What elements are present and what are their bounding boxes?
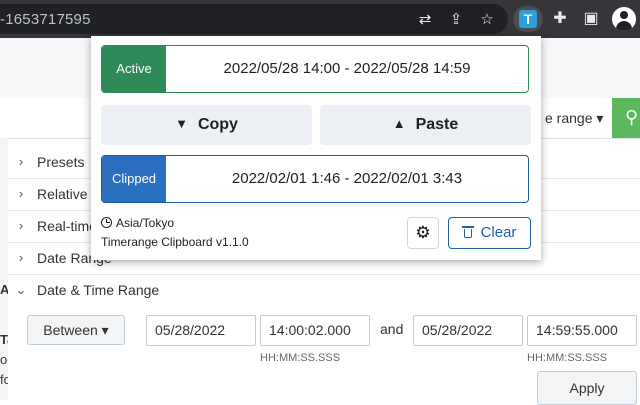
copy-label: Copy — [197, 116, 238, 133]
active-range-card: Active 2022/05/28 14:00 - 2022/05/28 14:… — [101, 45, 529, 93]
section-label: Relative — [37, 186, 88, 202]
section-label: Presets — [37, 154, 85, 170]
clipped-range-card: Clipped 2022/02/01 1:46 - 2022/02/01 3:4… — [101, 155, 529, 203]
timerange-extension-icon: T — [519, 10, 537, 28]
and-label: and — [380, 321, 404, 337]
search-button[interactable]: ⚲ — [612, 98, 640, 138]
puzzle-icon[interactable]: ✚ — [550, 9, 570, 29]
chevron-right-icon: › — [18, 186, 24, 201]
start-date-input[interactable]: 05/28/2022 — [146, 315, 256, 346]
section-label: Date & Time Range — [37, 282, 160, 298]
browser-toolbar: -1653717595 ⇄ ⇪ ☆ T ✚ ▣ — [0, 0, 640, 38]
search-icon: ⚲ — [625, 107, 639, 127]
chevron-right-icon: › — [18, 250, 24, 265]
section-date-time-range[interactable]: ⌄ Date & Time Range — [8, 274, 640, 306]
share-icon[interactable]: ⇪ — [447, 11, 465, 29]
url-text[interactable]: -1653717595 — [0, 11, 91, 28]
timerange-extension-button[interactable]: T — [513, 6, 543, 32]
chevron-right-icon: › — [18, 154, 24, 169]
clipped-badge: Clipped — [102, 156, 166, 202]
timerange-clipboard-popup: Active 2022/05/28 14:00 - 2022/05/28 14:… — [91, 36, 541, 260]
triangle-up-icon: ▲ — [392, 116, 406, 131]
chevron-down-icon: ⌄ — [15, 282, 27, 297]
chevron-right-icon: › — [18, 218, 24, 233]
gear-icon: ⚙ — [415, 223, 431, 242]
active-range-text: 2022/05/28 14:00 - 2022/05/28 14:59 — [223, 60, 471, 77]
edge-text-3: o — [0, 352, 8, 367]
time-range-picker-button[interactable]: e range ▾ — [545, 103, 607, 133]
between-dropdown[interactable]: Between ▾ — [27, 315, 125, 345]
trash-icon — [461, 226, 474, 238]
timezone-row: Asia/Tokyo — [101, 216, 174, 230]
clipped-range-text: 2022/02/01 1:46 - 2022/02/01 3:43 — [231, 170, 463, 187]
end-time-hint: HH:MM:SS.SSS — [527, 352, 608, 364]
paste-button[interactable]: ▲ Paste — [320, 105, 531, 145]
address-bar[interactable]: -1653717595 ⇄ ⇪ ☆ — [0, 4, 508, 34]
star-icon[interactable]: ☆ — [478, 11, 496, 29]
clear-button[interactable]: Clear — [448, 217, 531, 249]
timezone-text: Asia/Tokyo — [116, 216, 175, 230]
triangle-down-icon: ▼ — [175, 116, 188, 131]
start-time-hint: HH:MM:SS.SSS — [260, 352, 341, 364]
avatar-icon[interactable] — [612, 7, 636, 31]
copy-button[interactable]: ▼ Copy — [101, 105, 312, 145]
settings-button[interactable]: ⚙ — [407, 217, 439, 249]
active-badge: Active — [102, 46, 166, 92]
clear-label: Clear — [480, 224, 517, 241]
version-text: Timerange Clipboard v1.1.0 — [101, 235, 249, 249]
paste-label: Paste — [415, 116, 459, 133]
clock-icon — [101, 217, 112, 228]
avatar-head — [620, 11, 628, 19]
avatar-body — [616, 21, 632, 31]
end-date-input[interactable]: 05/28/2022 — [413, 315, 523, 346]
section-label: Real-time — [37, 218, 97, 234]
end-time-input[interactable]: 14:59:55.000 — [527, 315, 637, 346]
side-panel-icon[interactable]: ▣ — [581, 9, 601, 29]
start-time-input[interactable]: 14:00:02.000 — [260, 315, 370, 346]
translate-icon[interactable]: ⇄ — [416, 11, 434, 29]
